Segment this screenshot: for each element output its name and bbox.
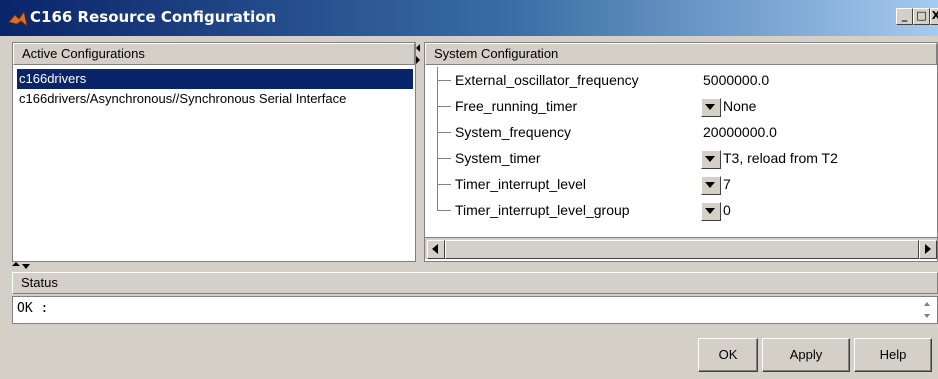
property-row-timer-interrupt-level[interactable]: Timer_interrupt_level 7 bbox=[425, 171, 937, 197]
vertical-splitter[interactable] bbox=[416, 42, 424, 262]
scroll-left-icon[interactable] bbox=[427, 240, 445, 259]
minimize-button[interactable]: _ bbox=[896, 8, 913, 25]
help-button[interactable]: Help bbox=[854, 338, 932, 372]
property-name: Timer_interrupt_level_group bbox=[455, 202, 630, 218]
matlab-icon bbox=[8, 11, 28, 28]
dropdown-arrow-icon[interactable] bbox=[701, 202, 721, 221]
title-bar[interactable]: C166 Resource Configuration _ □ X bbox=[0, 0, 938, 36]
status-header: Status bbox=[12, 272, 938, 294]
scrollbar-thumb[interactable] bbox=[445, 240, 919, 259]
active-configurations-header[interactable]: Active Configurations bbox=[13, 43, 415, 65]
config-item-serial-interface[interactable]: c166drivers/Asynchronous//Synchronous Se… bbox=[17, 89, 346, 109]
property-name: Timer_interrupt_level bbox=[455, 176, 586, 192]
property-row-external-oscillator-frequency[interactable]: External_oscillator_frequency 5000000.0 bbox=[425, 67, 937, 93]
dropdown-arrow-icon[interactable] bbox=[701, 98, 721, 117]
config-item-c166drivers[interactable]: c166drivers bbox=[17, 69, 413, 89]
status-field: OK : bbox=[12, 296, 938, 324]
dropdown-arrow-icon[interactable] bbox=[701, 176, 721, 195]
status-scroll-icon[interactable] bbox=[919, 299, 935, 321]
property-value[interactable]: 20000000.0 bbox=[703, 119, 777, 145]
system-configuration-panel: System Configuration External_oscillator… bbox=[424, 42, 938, 262]
status-text: OK : bbox=[17, 301, 49, 316]
maximize-button[interactable]: □ bbox=[913, 8, 930, 25]
property-value[interactable]: 5000000.0 bbox=[703, 67, 769, 93]
active-configurations-panel: Active Configurations c166drivers c166dr… bbox=[12, 42, 416, 262]
property-row-timer-interrupt-level-group[interactable]: Timer_interrupt_level_group 0 bbox=[425, 197, 937, 223]
system-configuration-header[interactable]: System Configuration bbox=[425, 43, 937, 65]
horizontal-scrollbar[interactable] bbox=[425, 237, 937, 259]
property-value[interactable]: 0 bbox=[723, 197, 731, 223]
property-value[interactable]: 7 bbox=[723, 171, 731, 197]
property-name: Free_running_timer bbox=[455, 98, 578, 114]
ok-button[interactable]: OK bbox=[698, 338, 758, 372]
property-value[interactable]: None bbox=[723, 93, 756, 119]
close-button[interactable]: X bbox=[930, 8, 938, 25]
scroll-right-icon[interactable] bbox=[919, 240, 937, 259]
property-row-system-frequency[interactable]: System_frequency 20000000.0 bbox=[425, 119, 937, 145]
horizontal-splitter[interactable] bbox=[10, 262, 30, 270]
window-title: C166 Resource Configuration bbox=[30, 8, 277, 26]
property-value[interactable]: T3, reload from T2 bbox=[723, 145, 838, 171]
apply-button[interactable]: Apply bbox=[762, 338, 850, 372]
dropdown-arrow-icon[interactable] bbox=[701, 150, 721, 169]
property-name: System_frequency bbox=[455, 124, 571, 140]
property-name: External_oscillator_frequency bbox=[455, 72, 639, 88]
property-name: System_timer bbox=[455, 150, 541, 166]
property-row-free-running-timer[interactable]: Free_running_timer None bbox=[425, 93, 937, 119]
property-row-system-timer[interactable]: System_timer T3, reload from T2 bbox=[425, 145, 937, 171]
